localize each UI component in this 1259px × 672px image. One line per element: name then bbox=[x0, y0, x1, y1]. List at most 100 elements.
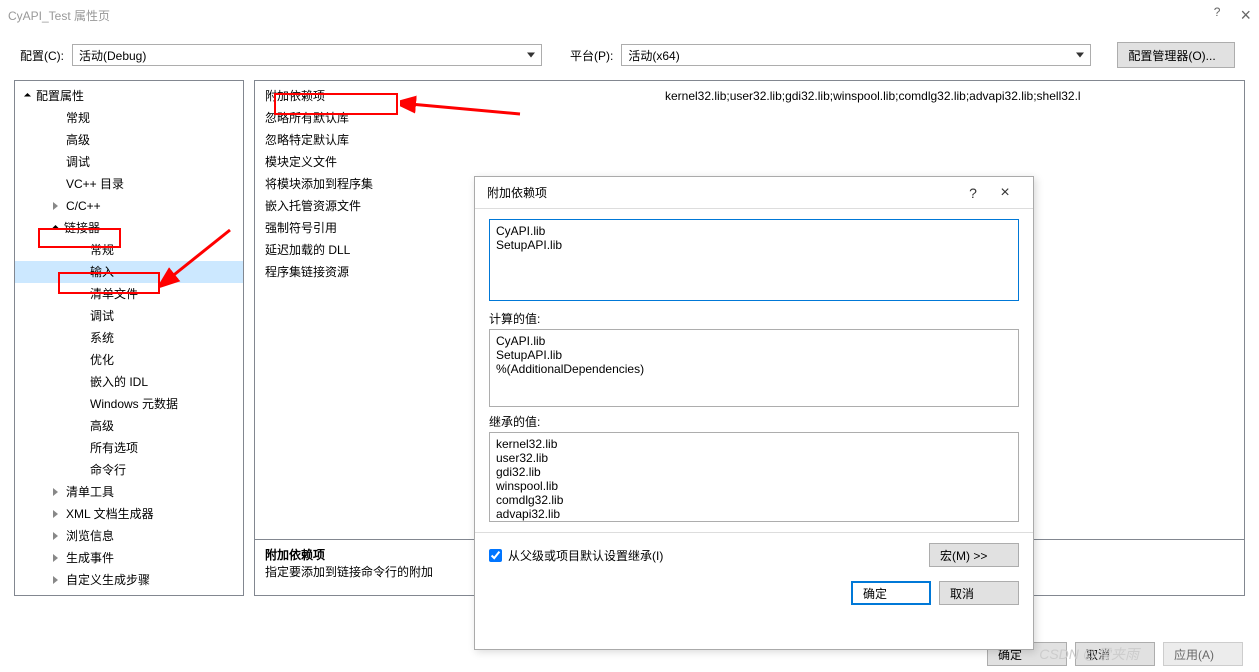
tree-item-调试[interactable]: 调试 bbox=[15, 305, 243, 327]
titlebar-controls: ? × bbox=[1214, 5, 1251, 26]
tree-item-高级[interactable]: 高级 bbox=[15, 129, 243, 151]
expand-icon[interactable] bbox=[24, 92, 31, 99]
tree-label: XML 文档生成器 bbox=[66, 505, 154, 523]
tree-item-命令行[interactable]: 命令行 bbox=[15, 459, 243, 481]
prop-name: 忽略特定默认库 bbox=[265, 129, 665, 151]
collapse-icon[interactable] bbox=[53, 202, 58, 210]
tree-label: 调试 bbox=[90, 307, 114, 325]
tree-item-所有选项[interactable]: 所有选项 bbox=[15, 437, 243, 459]
dialog-inherit-row: 从父级或项目默认设置继承(I) 宏(M) >> bbox=[475, 532, 1033, 577]
inherited-label: 继承的值: bbox=[489, 413, 1019, 430]
tree-item-浏览信息[interactable]: 浏览信息 bbox=[15, 525, 243, 547]
macro-button[interactable]: 宏(M) >> bbox=[929, 543, 1019, 567]
tree-item-XML 文档生成器[interactable]: XML 文档生成器 bbox=[15, 503, 243, 525]
collapse-icon[interactable] bbox=[53, 576, 58, 584]
platform-value: 活动(x64) bbox=[628, 47, 679, 64]
tree-label: 清单工具 bbox=[66, 483, 114, 501]
inherit-label: 从父级或项目默认设置继承(I) bbox=[508, 547, 663, 564]
tree-item-高级[interactable]: 高级 bbox=[15, 415, 243, 437]
tree-label: 常规 bbox=[66, 109, 90, 127]
tree-label: 命令行 bbox=[90, 461, 126, 479]
property-row[interactable]: 忽略特定默认库 bbox=[255, 129, 1244, 151]
window-titlebar: CyAPI_Test 属性页 ? × bbox=[0, 0, 1259, 30]
tree-label: 配置属性 bbox=[36, 87, 84, 105]
collapse-icon[interactable] bbox=[53, 488, 58, 496]
tree-label: 浏览信息 bbox=[66, 527, 114, 545]
dialog-footer: 确定 取消 bbox=[475, 577, 1033, 615]
tree-label: Windows 元数据 bbox=[90, 395, 178, 413]
config-value: 活动(Debug) bbox=[79, 47, 146, 64]
dialog-titlebar: 附加依赖项 ? × bbox=[475, 177, 1033, 209]
tree-label: 嵌入的 IDL bbox=[90, 373, 148, 391]
tree-item-系统[interactable]: 系统 bbox=[15, 327, 243, 349]
tree-label: 生成事件 bbox=[66, 549, 114, 567]
help-icon[interactable]: ? bbox=[1214, 5, 1221, 26]
tree-item-输入[interactable]: 输入 bbox=[15, 261, 243, 283]
tree-label: 优化 bbox=[90, 351, 114, 369]
config-manager-button[interactable]: 配置管理器(O)... bbox=[1117, 42, 1235, 68]
tree-label: 清单文件 bbox=[90, 285, 138, 303]
collapse-icon[interactable] bbox=[53, 510, 58, 518]
tree-label: 自定义生成步骤 bbox=[66, 571, 150, 589]
tree-item-清单工具[interactable]: 清单工具 bbox=[15, 481, 243, 503]
collapse-icon[interactable] bbox=[53, 532, 58, 540]
prop-value: kernel32.lib;user32.lib;gdi32.lib;winspo… bbox=[665, 85, 1234, 107]
tree-label: 系统 bbox=[90, 329, 114, 347]
prop-value bbox=[665, 129, 1234, 151]
window-title: CyAPI_Test 属性页 bbox=[8, 7, 1214, 24]
property-row[interactable]: 模块定义文件 bbox=[255, 151, 1244, 173]
tree-label: 输入 bbox=[90, 263, 114, 281]
tree-item-Windows 元数据[interactable]: Windows 元数据 bbox=[15, 393, 243, 415]
property-row[interactable]: 附加依赖项kernel32.lib;user32.lib;gdi32.lib;w… bbox=[255, 85, 1244, 107]
tree-item-链接器[interactable]: 链接器 bbox=[15, 217, 243, 239]
config-label: 配置(C): bbox=[20, 47, 64, 64]
collapse-icon[interactable] bbox=[53, 554, 58, 562]
tree-label: 高级 bbox=[66, 131, 90, 149]
tree-label: C/C++ bbox=[66, 197, 101, 215]
tree-label: 代码分析 bbox=[66, 593, 114, 596]
tree-item-优化[interactable]: 优化 bbox=[15, 349, 243, 371]
tree-item-自定义生成步骤[interactable]: 自定义生成步骤 bbox=[15, 569, 243, 591]
main-cancel-button[interactable]: 取消 bbox=[1075, 642, 1155, 666]
tree-item-配置属性[interactable]: 配置属性 bbox=[15, 85, 243, 107]
tree-item-生成事件[interactable]: 生成事件 bbox=[15, 547, 243, 569]
close-icon[interactable]: × bbox=[1240, 5, 1251, 26]
dialog-title: 附加依赖项 bbox=[487, 184, 957, 201]
expand-icon[interactable] bbox=[52, 224, 59, 231]
computed-values: CyAPI.lib SetupAPI.lib %(AdditionalDepen… bbox=[489, 329, 1019, 407]
tree-label: 调试 bbox=[66, 153, 90, 171]
tree-label: 高级 bbox=[90, 417, 114, 435]
tree-label: VC++ 目录 bbox=[66, 175, 124, 193]
prop-name: 忽略所有默认库 bbox=[265, 107, 665, 129]
additional-deps-dialog: 附加依赖项 ? × 计算的值: CyAPI.lib SetupAPI.lib %… bbox=[474, 176, 1034, 650]
tree-label: 常规 bbox=[90, 241, 114, 259]
config-dropdown[interactable]: 活动(Debug) bbox=[72, 44, 542, 66]
tree-item-常规[interactable]: 常规 bbox=[15, 107, 243, 129]
dialog-ok-button[interactable]: 确定 bbox=[851, 581, 931, 605]
main-apply-button[interactable]: 应用(A) bbox=[1163, 642, 1243, 666]
inherited-values: kernel32.lib user32.lib gdi32.lib winspo… bbox=[489, 432, 1019, 522]
tree-item-代码分析[interactable]: 代码分析 bbox=[15, 591, 243, 596]
tree-panel[interactable]: 配置属性常规高级调试VC++ 目录C/C++链接器常规输入清单文件调试系统优化嵌… bbox=[14, 80, 244, 596]
platform-label: 平台(P): bbox=[570, 47, 613, 64]
property-row[interactable]: 忽略所有默认库 bbox=[255, 107, 1244, 129]
deps-input[interactable] bbox=[489, 219, 1019, 301]
tree-label: 所有选项 bbox=[90, 439, 138, 457]
prop-name: 附加依赖项 bbox=[265, 85, 665, 107]
tree-label: 链接器 bbox=[64, 219, 100, 237]
config-row: 配置(C): 活动(Debug) 平台(P): 活动(x64) 配置管理器(O)… bbox=[0, 30, 1259, 80]
prop-name: 模块定义文件 bbox=[265, 151, 665, 173]
computed-label: 计算的值: bbox=[489, 310, 1019, 327]
tree-item-常规[interactable]: 常规 bbox=[15, 239, 243, 261]
dialog-close-icon[interactable]: × bbox=[989, 184, 1021, 202]
tree-item-清单文件[interactable]: 清单文件 bbox=[15, 283, 243, 305]
tree-item-VC++ 目录[interactable]: VC++ 目录 bbox=[15, 173, 243, 195]
dialog-cancel-button[interactable]: 取消 bbox=[939, 581, 1019, 605]
platform-dropdown[interactable]: 活动(x64) bbox=[621, 44, 1091, 66]
dialog-help-icon[interactable]: ? bbox=[957, 185, 989, 201]
tree-item-嵌入的 IDL[interactable]: 嵌入的 IDL bbox=[15, 371, 243, 393]
tree-item-C/C++[interactable]: C/C++ bbox=[15, 195, 243, 217]
inherit-checkbox[interactable] bbox=[489, 549, 502, 562]
tree-item-调试[interactable]: 调试 bbox=[15, 151, 243, 173]
dialog-body: 计算的值: CyAPI.lib SetupAPI.lib %(Additiona… bbox=[475, 209, 1033, 532]
